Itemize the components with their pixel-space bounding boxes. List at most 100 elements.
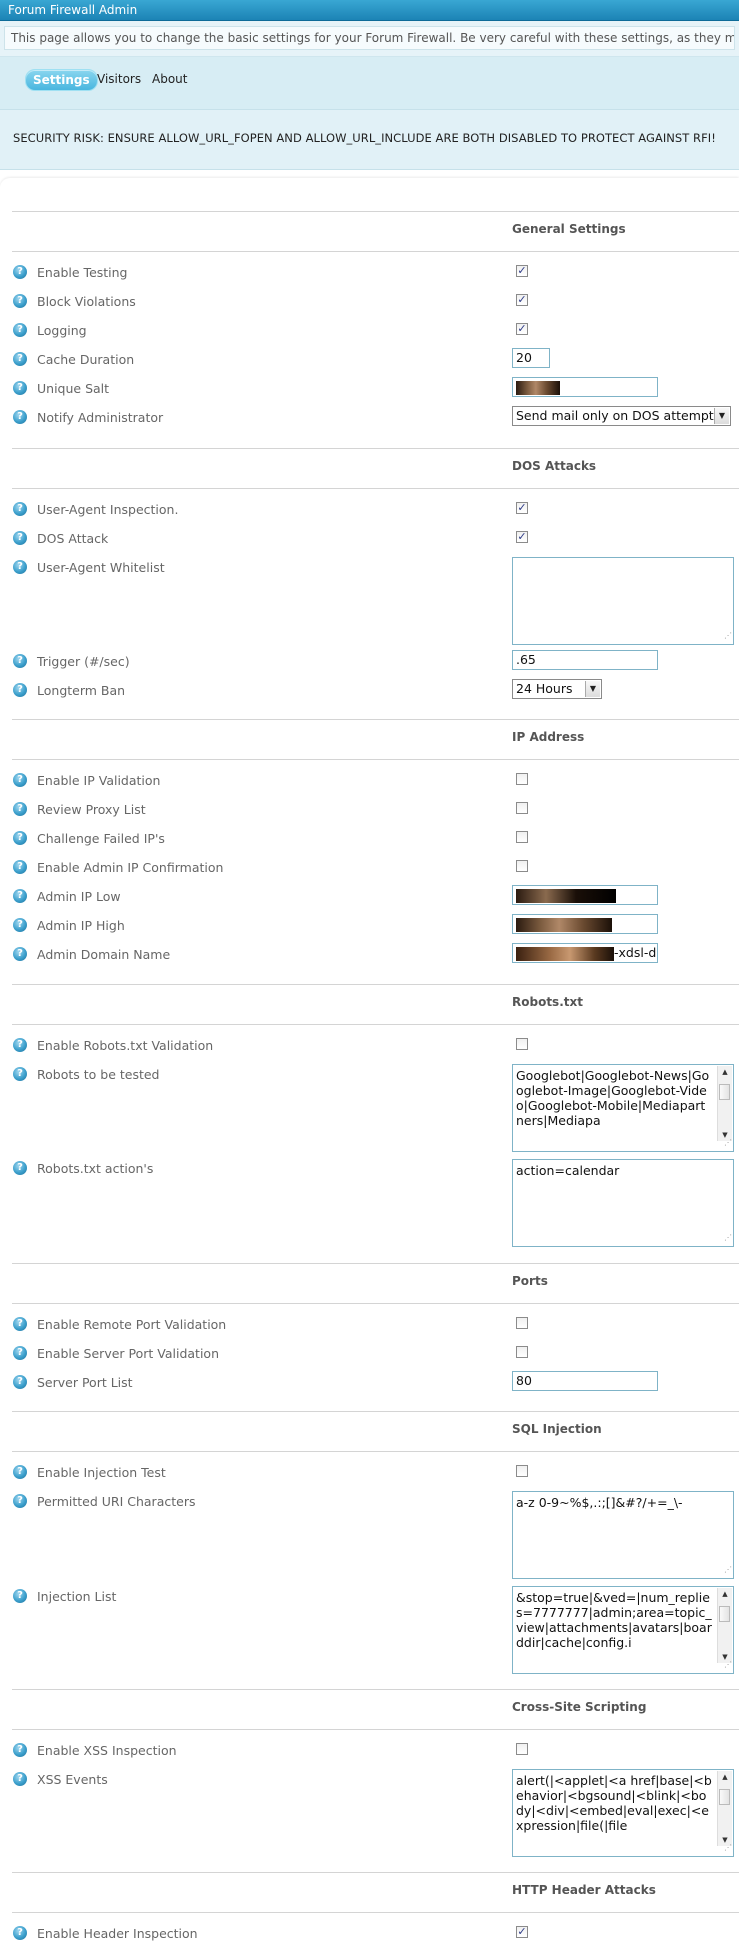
help-icon[interactable]: ? (13, 1317, 27, 1331)
challenge-failed-ips-checkbox[interactable] (516, 831, 528, 843)
scroll-thumb[interactable] (719, 1789, 730, 1805)
help-icon[interactable]: ? (13, 531, 27, 545)
divider (12, 759, 739, 760)
scroll-thumb[interactable] (719, 1084, 730, 1100)
admin-ip-low-input[interactable] (512, 885, 658, 905)
help-icon[interactable]: ? (13, 410, 27, 424)
label-admin-ip-low: Admin IP Low (37, 889, 121, 904)
logging-checkbox[interactable]: ✓ (516, 323, 528, 335)
injection-list-textarea[interactable]: &stop=true|&ved=|num_replies=7777777|adm… (512, 1586, 734, 1674)
security-warning: SECURITY RISK: ENSURE ALLOW_URL_FOPEN AN… (0, 109, 739, 170)
help-icon[interactable]: ? (13, 889, 27, 903)
trigger-input[interactable]: .65 (512, 650, 658, 670)
enable-ip-validation-checkbox[interactable] (516, 773, 528, 785)
notify-administrator-select[interactable]: Send mail only on DOS attempt ▼ (512, 406, 731, 426)
ua-whitelist-textarea[interactable]: ⋰ (512, 557, 734, 645)
resize-grip-icon[interactable]: ⋰ (724, 1230, 732, 1245)
settings-panel: General Settings ? Enable Testing ✓ ? Bl… (0, 178, 739, 1950)
divider (12, 251, 739, 252)
help-icon[interactable]: ? (13, 1589, 27, 1603)
robots-actions-value: action=calendar (516, 1163, 620, 1178)
dropdown-arrow-icon[interactable]: ▼ (585, 681, 600, 697)
window-title: Forum Firewall Admin (0, 0, 739, 21)
security-warning-text: SECURITY RISK: ENSURE ALLOW_URL_FOPEN AN… (13, 131, 716, 145)
help-icon[interactable]: ? (13, 323, 27, 337)
scroll-thumb[interactable] (719, 1606, 730, 1622)
longterm-ban-select[interactable]: 24 Hours ▼ (512, 679, 602, 699)
label-xss-events: XSS Events (37, 1772, 108, 1787)
label-injection-list: Injection List (37, 1589, 117, 1604)
injection-list-value: &stop=true|&ved=|num_replies=7777777|adm… (516, 1590, 712, 1650)
xss-events-value: alert(|<applet|<a href|base|<behavior|<b… (516, 1773, 712, 1833)
help-icon[interactable]: ? (13, 1346, 27, 1360)
help-icon[interactable]: ? (13, 352, 27, 366)
help-icon[interactable]: ? (13, 773, 27, 787)
admin-domain-name-input[interactable]: -xdsl-d (512, 943, 658, 963)
help-icon[interactable]: ? (13, 560, 27, 574)
tab-visitors[interactable]: Visitors (97, 69, 141, 89)
help-icon[interactable]: ? (13, 1038, 27, 1052)
resize-grip-icon[interactable]: ⋰ (724, 1562, 732, 1577)
help-icon[interactable]: ? (13, 831, 27, 845)
help-icon[interactable]: ? (13, 654, 27, 668)
enable-robots-validation-checkbox[interactable] (516, 1038, 528, 1050)
resize-grip-icon[interactable]: ⋰ (724, 628, 732, 643)
dropdown-arrow-icon[interactable]: ▼ (714, 408, 729, 424)
help-icon[interactable]: ? (13, 265, 27, 279)
help-icon[interactable]: ? (13, 1743, 27, 1757)
block-violations-checkbox[interactable]: ✓ (516, 294, 528, 306)
review-proxy-list-checkbox[interactable] (516, 802, 528, 814)
help-icon[interactable]: ? (13, 1772, 27, 1786)
permitted-uri-characters-textarea[interactable]: a-z 0-9~%$,.:;[]&#?/+=_\- ⋰ (512, 1491, 734, 1579)
help-icon[interactable]: ? (13, 1067, 27, 1081)
resize-grip-icon[interactable]: ⋰ (724, 1840, 732, 1855)
admin-ip-confirmation-checkbox[interactable] (516, 860, 528, 872)
help-icon[interactable]: ? (13, 502, 27, 516)
resize-grip-icon[interactable]: ⋰ (724, 1657, 732, 1672)
scroll-up-icon[interactable]: ▲ (718, 1588, 732, 1600)
help-icon[interactable]: ? (13, 1926, 27, 1940)
help-icon[interactable]: ? (13, 1465, 27, 1479)
tab-about[interactable]: About (152, 69, 187, 89)
help-icon[interactable]: ? (13, 918, 27, 932)
unique-salt-input[interactable] (512, 377, 658, 397)
enable-testing-checkbox[interactable]: ✓ (516, 265, 528, 277)
help-icon[interactable]: ? (13, 683, 27, 697)
xss-events-textarea[interactable]: alert(|<applet|<a href|base|<behavior|<b… (512, 1769, 734, 1857)
enable-injection-test-checkbox[interactable] (516, 1465, 528, 1477)
enable-header-inspection-checkbox[interactable]: ✓ (516, 1926, 528, 1938)
resize-grip-icon[interactable]: ⋰ (724, 1135, 732, 1150)
robots-actions-textarea[interactable]: action=calendar ⋰ (512, 1159, 734, 1247)
scrollbar[interactable]: ▲ ▼ (717, 1588, 732, 1663)
robots-to-be-tested-textarea[interactable]: Googlebot|Googlebot-News|Googlebot-Image… (512, 1064, 734, 1152)
enable-xss-inspection-checkbox[interactable] (516, 1743, 528, 1755)
robots-to-be-tested-value: Googlebot|Googlebot-News|Googlebot-Image… (516, 1068, 710, 1128)
server-port-validation-checkbox[interactable] (516, 1346, 528, 1358)
help-icon[interactable]: ? (13, 294, 27, 308)
scrollbar[interactable]: ▲ ▼ (717, 1771, 732, 1846)
help-icon[interactable]: ? (13, 947, 27, 961)
divider (12, 1263, 739, 1264)
remote-port-validation-checkbox[interactable] (516, 1317, 528, 1329)
help-icon[interactable]: ? (13, 381, 27, 395)
help-icon[interactable]: ? (13, 1161, 27, 1175)
tab-settings[interactable]: Settings (25, 69, 98, 91)
scroll-up-icon[interactable]: ▲ (718, 1066, 732, 1078)
label-enable-header-inspection: Enable Header Inspection (37, 1926, 198, 1941)
server-port-list-input[interactable]: 80 (512, 1371, 658, 1391)
help-icon[interactable]: ? (13, 860, 27, 874)
admin-ip-high-input[interactable] (512, 914, 658, 934)
ua-inspection-checkbox[interactable]: ✓ (516, 502, 528, 514)
label-longterm-ban: Longterm Ban (37, 683, 126, 698)
help-icon[interactable]: ? (13, 1375, 27, 1389)
help-icon[interactable]: ? (13, 1494, 27, 1508)
help-icon[interactable]: ? (13, 802, 27, 816)
cache-duration-input[interactable]: 20 (512, 348, 550, 368)
dos-attack-checkbox[interactable]: ✓ (516, 531, 528, 543)
scroll-up-icon[interactable]: ▲ (718, 1771, 732, 1783)
divider (12, 1303, 739, 1304)
section-title-sql: SQL Injection (512, 1422, 602, 1436)
section-title-http: HTTP Header Attacks (512, 1883, 656, 1897)
divider (12, 211, 739, 212)
scrollbar[interactable]: ▲ ▼ (717, 1066, 732, 1141)
